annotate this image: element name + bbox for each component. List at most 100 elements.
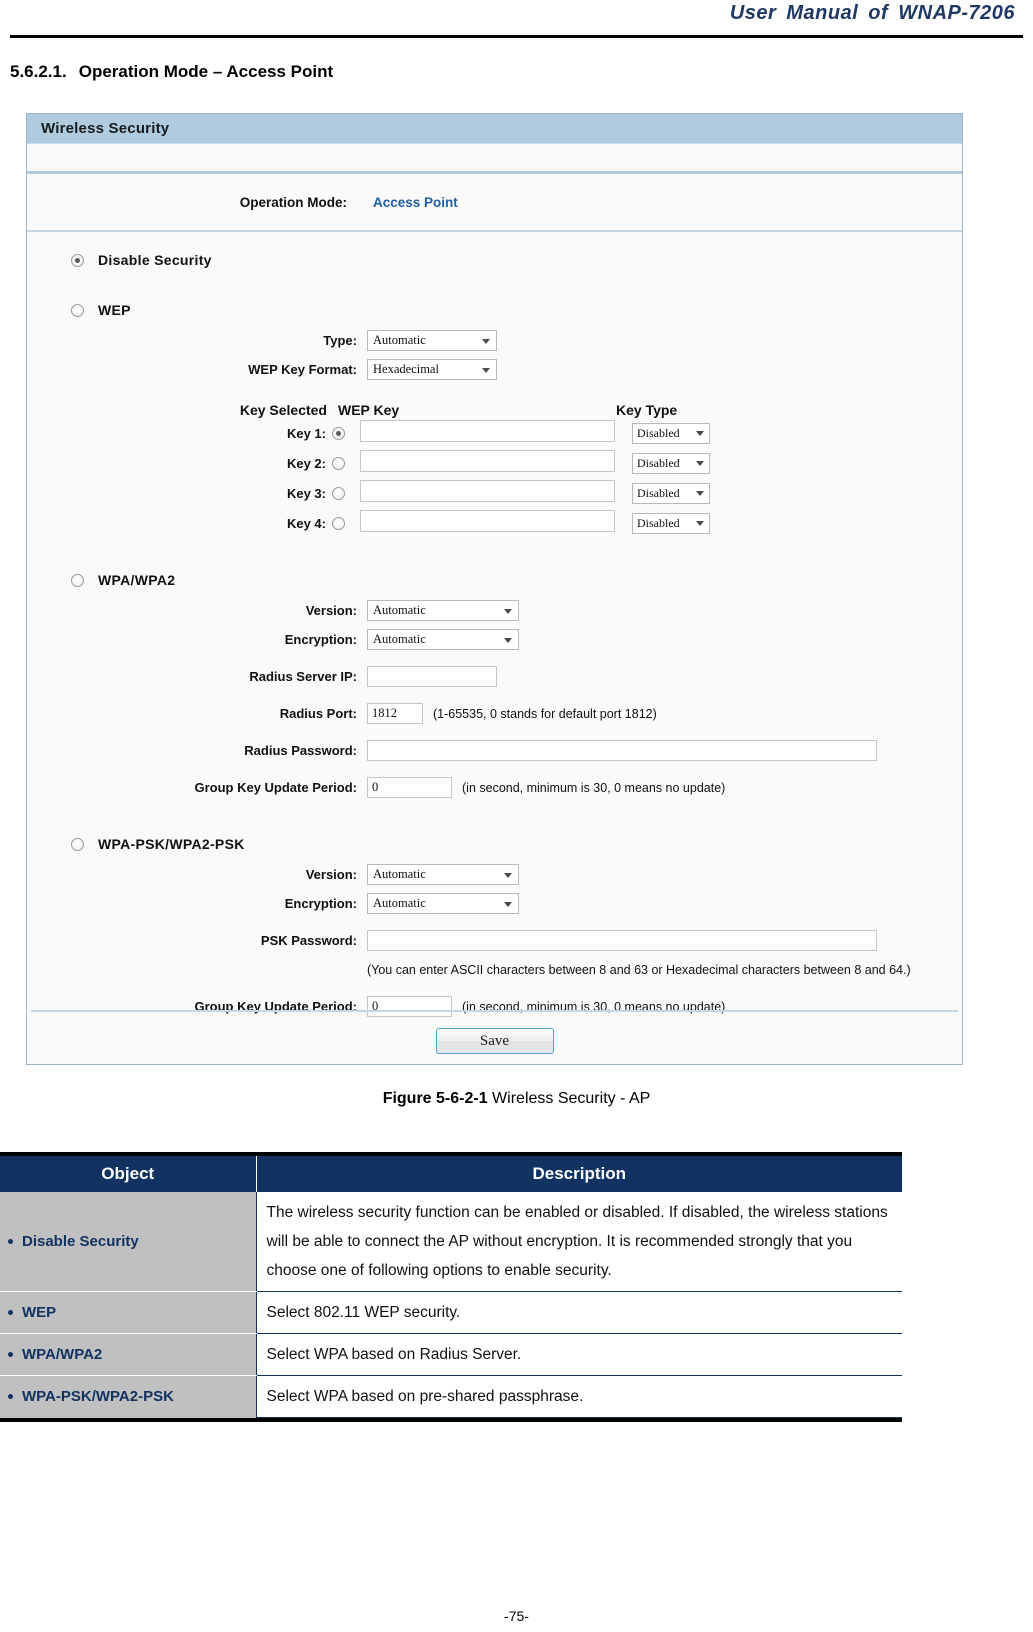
psk-hint-row: (You can enter ASCII characters between … [27,955,962,984]
radio-wpa-psk-icon[interactable] [71,837,84,851]
key-4-radio-cell[interactable] [332,516,354,530]
key-3-radio-cell[interactable] [332,486,354,500]
wpa-encryption-select[interactable]: Automatic [367,629,519,650]
key-4-field-cell [354,509,616,537]
key-2-type-select[interactable]: Disabled [632,452,710,474]
table-row: Disable Security The wireless security f… [0,1192,902,1292]
psk-version-label: Version: [305,867,357,882]
chevron-down-icon [482,367,490,373]
panel-titlebar: Wireless Security [27,114,962,144]
page-title: 5.6.2.1. Operation Mode – Access Point [10,62,333,82]
radio-wep-icon[interactable] [71,303,84,317]
radius-port-input[interactable]: 1812 [367,703,423,724]
table-row: WEP Select 802.11 WEP security. [0,1291,902,1334]
table-header-row: Object Description [0,1156,902,1192]
key-4-input[interactable] [360,509,615,532]
chevron-down-icon [696,491,704,496]
psk-password-label: PSK Password: [260,933,357,948]
key-1-type-cell: Disabled [632,422,710,444]
key-2-field-cell [354,449,616,477]
radius-server-ip-input[interactable] [367,666,497,687]
wpa-version-select[interactable]: Automatic [367,600,519,621]
radius-password-label: Radius Password: [244,743,357,758]
psk-encryption-value: Automatic [373,896,426,910]
option-wep[interactable]: WEP [27,302,962,318]
psk-version-select[interactable]: Automatic [367,864,519,885]
wpa-version-value: Automatic [373,603,426,617]
wpa-encryption-row: Encryption: Automatic [27,625,962,654]
wpa-version-label: Version: [305,603,357,618]
column-key-type: Key Type [616,402,678,418]
psk-group-key-input[interactable]: 0 [367,996,452,1017]
radius-password-input[interactable] [367,740,877,761]
radius-port-row: Radius Port: 1812 (1-65535, 0 stands for… [27,699,962,728]
wep-key-format-label: WEP Key Format: [248,362,357,377]
table-row: WPA-PSK/WPA2-PSK Select WPA based on pre… [0,1375,902,1418]
chevron-down-icon [696,521,704,526]
radio-key-4-icon[interactable] [332,516,345,530]
key-1-type-value: Disabled [637,425,680,440]
radius-port-hint: (1-65535, 0 stands for default port 1812… [433,706,657,721]
key-3-type-select[interactable]: Disabled [632,482,710,504]
psk-password-input[interactable] [367,930,877,951]
key-3-input[interactable] [360,479,615,502]
key-2-input[interactable] [360,449,615,472]
key-1-radio-cell[interactable] [332,426,354,440]
radius-password-row: Radius Password: [27,736,962,765]
row-object-wep: WEP [0,1291,257,1334]
figure-caption: Figure 5-6-2-1 Wireless Security - AP [0,1090,1033,1108]
key-4-type-select[interactable]: Disabled [632,512,710,534]
wpa-group-key-input[interactable]: 0 [367,777,452,798]
wep-key-row: Key 3: Disabled [27,478,962,508]
key-2-radio-cell[interactable] [332,456,354,470]
wpa-encryption-value: Automatic [373,632,426,646]
wep-key-format-select[interactable]: Hexadecimal [367,359,497,380]
wep-key-row: Key 2: Disabled [27,448,962,478]
wep-type-label: Type: [323,333,357,348]
option-wpa-wpa2[interactable]: WPA/WPA2 [27,572,962,588]
option-disable-security[interactable]: Disable Security [27,252,962,268]
psk-encryption-row: Encryption: Automatic [27,889,962,918]
operation-mode-value: Access Point [373,194,458,210]
row-description: The wireless security function can be en… [256,1192,902,1292]
psk-password-row: PSK Password: [27,926,962,955]
wep-label: WEP [98,302,131,318]
radio-disable-security-icon[interactable] [71,253,84,267]
table-row: WPA/WPA2 Select WPA based on Radius Serv… [0,1333,902,1376]
key-4-type-cell: Disabled [632,512,710,534]
disable-security-label: Disable Security [98,252,212,268]
radius-server-ip-row: Radius Server IP: [27,662,962,691]
column-wep-key: WEP Key [338,402,400,418]
row-object-label: Disable Security [22,1233,139,1250]
key-3-field-cell [354,479,616,507]
panel-footer-divider [31,1010,958,1012]
wep-key-format-value: Hexadecimal [373,362,439,376]
option-wpa-psk-wpa2-psk[interactable]: WPA-PSK/WPA2-PSK [27,836,962,852]
wep-type-select[interactable]: Automatic [367,330,497,351]
radius-port-label: Radius Port: [279,706,357,721]
panel-subbar [27,144,962,174]
psk-group-key-row: Group Key Update Period: 0 (in second, m… [27,992,962,1021]
key-1-type-select[interactable]: Disabled [632,422,710,444]
psk-encryption-select[interactable]: Automatic [367,893,519,914]
radio-key-2-icon[interactable] [332,456,345,470]
radio-key-3-icon[interactable] [332,486,345,500]
key-1-field-cell [354,419,616,447]
page-number: -75- [504,1608,529,1624]
psk-version-row: Version: Automatic [27,860,962,889]
wpa-group-key-label: Group Key Update Period: [194,780,357,795]
key-1-input[interactable] [360,419,615,442]
key-3-type-cell: Disabled [632,482,710,504]
psk-encryption-label: Encryption: [284,896,357,911]
key-4-label: Key 4: [286,515,326,531]
radius-server-ip-label: Radius Server IP: [249,669,357,684]
radio-wpa-wpa2-icon[interactable] [71,573,84,587]
row-object-wpa-psk: WPA-PSK/WPA2-PSK [0,1375,257,1418]
figure-number: Figure 5-6-2-1 [382,1090,488,1107]
save-button[interactable]: Save [435,1028,554,1054]
radio-key-1-icon[interactable] [332,426,345,440]
row-object-disable-security: Disable Security [0,1192,257,1292]
operation-mode-label: Operation Mode: [239,194,347,210]
row-description: Select 802.11 WEP security. [256,1291,902,1334]
row-description: Select WPA based on pre-shared passphras… [256,1375,902,1418]
